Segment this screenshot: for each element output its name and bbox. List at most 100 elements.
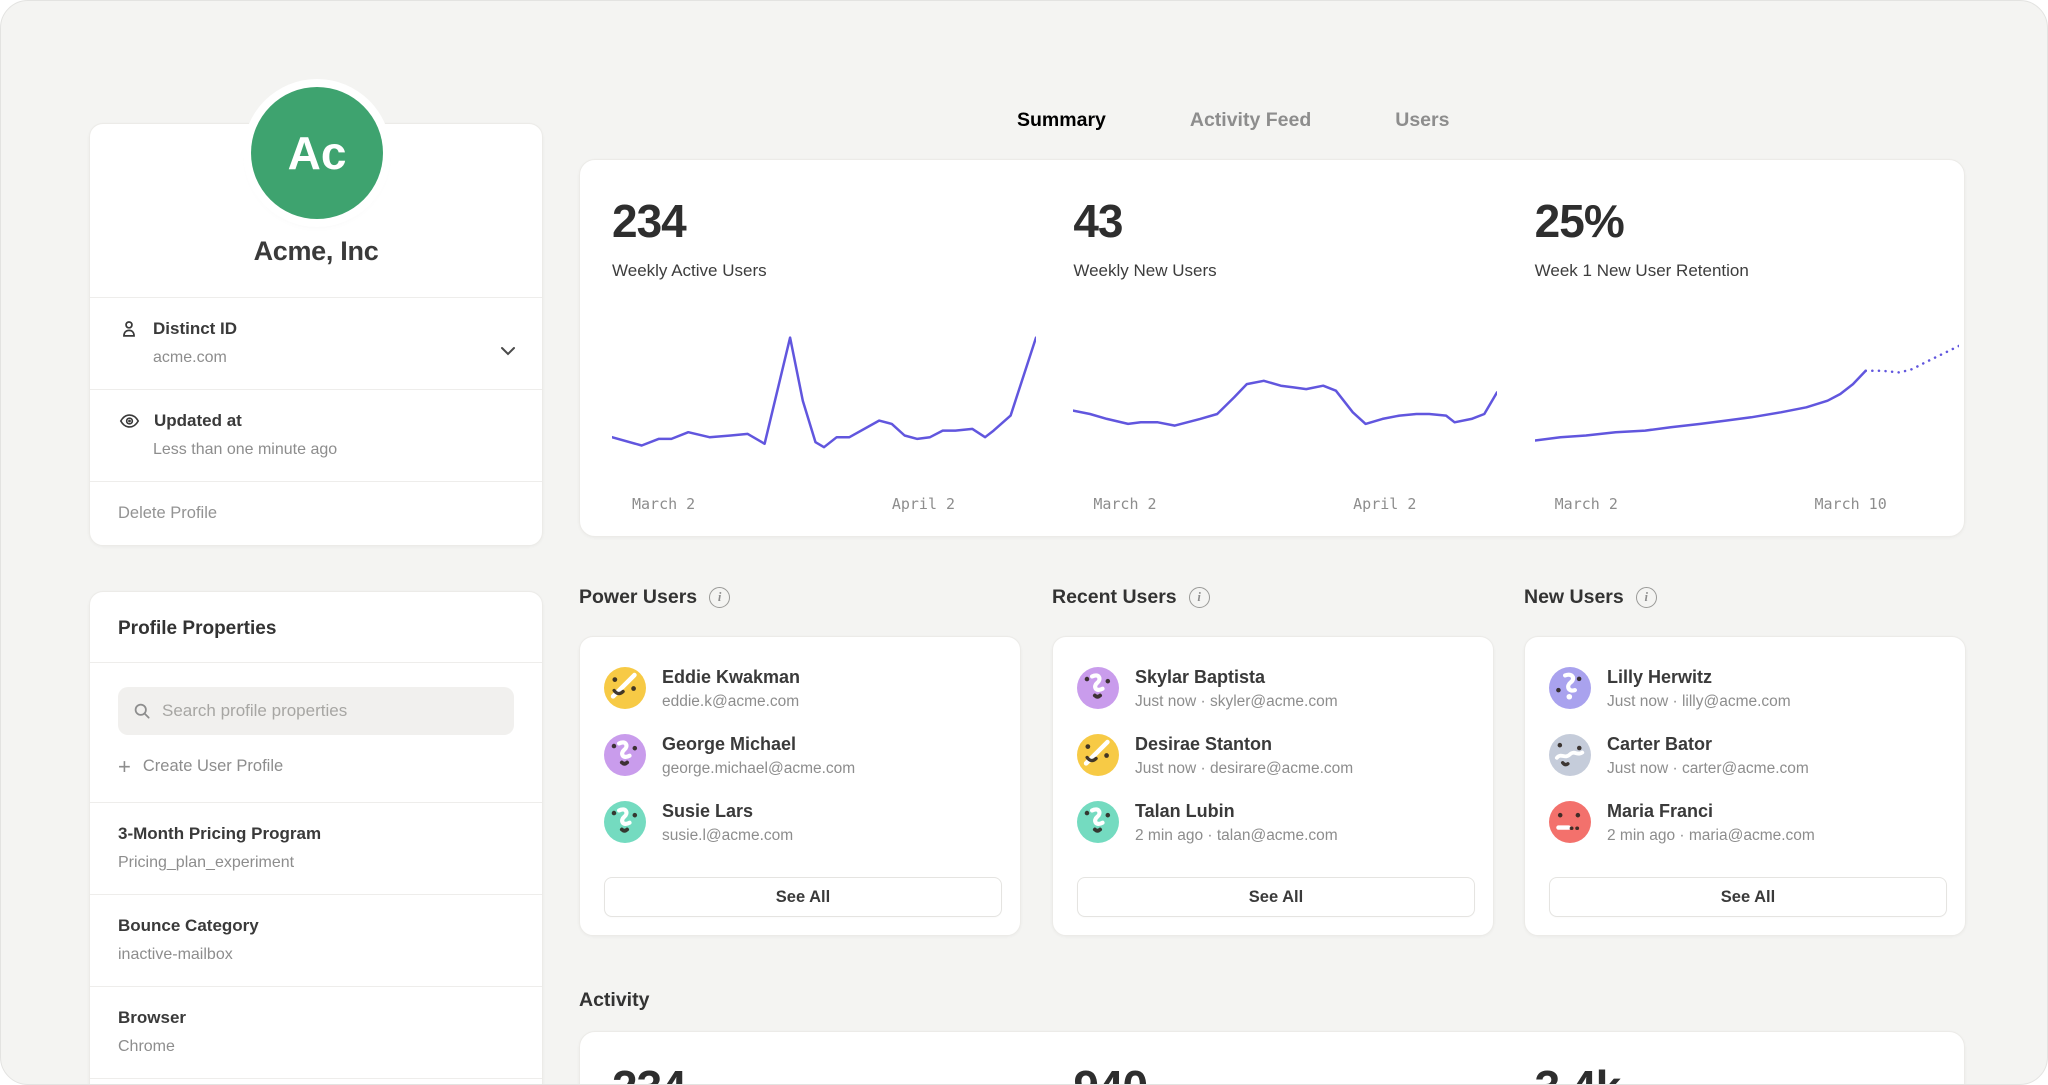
chart-x-axis: March 2 April 2 (612, 495, 1036, 515)
delete-profile-button[interactable]: Delete Profile (90, 482, 542, 545)
avatar (1549, 734, 1591, 776)
user-row[interactable]: Maria Franci 2 min ago · maria@acme.com (1549, 801, 1947, 845)
tab-activity-feed[interactable]: Activity Feed (1190, 109, 1311, 150)
avatar (604, 667, 646, 709)
user-row[interactable]: Desirae Stanton Just now · desirare@acme… (1077, 734, 1475, 778)
org-avatar: Ac (251, 87, 383, 219)
field-updated-at: Updated at Less than one minute ago (90, 390, 542, 481)
chevron-down-icon[interactable] (500, 346, 516, 356)
user-row[interactable]: Skylar Baptista Just now · skyler@acme.c… (1077, 667, 1475, 711)
user-subtext: eddie.k@acme.com (662, 693, 800, 711)
stat-weekly-new-users: 43 Weekly New Users March 2 April 2 (1041, 160, 1502, 536)
stat-label: Weekly Active Users (612, 261, 1041, 281)
tab-label: Users (1395, 109, 1449, 131)
new-users-card: Lilly Herwitz Just now · lilly@acme.com … (1524, 636, 1966, 936)
x-tick: April 2 (1353, 495, 1416, 513)
user-subtext: Just now · skyler@acme.com (1135, 693, 1338, 711)
user-name: Talan Lubin (1135, 801, 1338, 822)
tab-label: Summary (1017, 109, 1106, 131)
property-name: Bounce Category (118, 916, 514, 936)
user-subtext: susie.l@acme.com (662, 827, 793, 845)
activity-section-title: Activity (579, 989, 649, 1012)
stat-value: 234 (612, 194, 1041, 248)
create-user-profile-label: Create User Profile (143, 757, 283, 776)
section-title: Power Users (579, 586, 697, 609)
user-subtext: 2 min ago · maria@acme.com (1607, 827, 1815, 845)
plus-icon: + (118, 758, 131, 776)
recent-users-header: Recent Users i (1052, 586, 1210, 609)
see-all-button[interactable]: See All (1077, 877, 1475, 917)
profile-properties-search[interactable] (118, 687, 514, 735)
active-tab-underline (1033, 145, 1089, 150)
user-subtext: 2 min ago · talan@acme.com (1135, 827, 1338, 845)
x-tick: March 2 (1555, 495, 1618, 513)
property-value: Pricing_plan_experiment (118, 854, 514, 872)
info-icon[interactable]: i (1636, 587, 1657, 608)
chart-x-axis: March 2 March 10 (1535, 495, 1959, 515)
property-name: Browser (118, 1008, 514, 1028)
user-row[interactable]: Lilly Herwitz Just now · lilly@acme.com (1549, 667, 1947, 711)
field-distinct-id[interactable]: Distinct ID acme.com (90, 298, 542, 389)
stat-value: 43 (1073, 194, 1502, 248)
x-tick: March 2 (1093, 495, 1156, 513)
avatar (1077, 801, 1119, 843)
activity-card: 234 940 3.4k (579, 1031, 1965, 1085)
divider (90, 662, 542, 663)
org-avatar-initials: Ac (288, 126, 347, 180)
person-icon (118, 318, 140, 340)
tab-summary[interactable]: Summary (1017, 109, 1106, 150)
user-name: Desirae Stanton (1135, 734, 1353, 755)
search-icon (132, 701, 152, 721)
section-title: Recent Users (1052, 586, 1177, 609)
avatar (604, 801, 646, 843)
user-name: Skylar Baptista (1135, 667, 1338, 688)
info-icon[interactable]: i (1189, 587, 1210, 608)
user-subtext: Just now · desirare@acme.com (1135, 760, 1353, 778)
stat-value: 25% (1535, 194, 1964, 248)
activity-stat-value: 3.4k (1535, 1060, 1964, 1085)
activity-stat-value: 940 (1073, 1060, 1502, 1085)
stat-week1-retention: 25% Week 1 New User Retention March 2 Ma… (1503, 160, 1964, 536)
stat-weekly-active-users: 234 Weekly Active Users March 2 April 2 (580, 160, 1041, 536)
property-row: 3-Month Pricing Program Pricing_plan_exp… (90, 803, 542, 895)
stat-label: Weekly New Users (1073, 261, 1502, 281)
property-value: Chrome (118, 1038, 514, 1056)
field-label: Updated at (154, 411, 242, 431)
user-name: Lilly Herwitz (1607, 667, 1791, 688)
section-title: New Users (1524, 586, 1624, 609)
profile-properties-title: Profile Properties (90, 592, 542, 662)
profile-properties-card: Profile Properties + Create User Profile… (89, 591, 543, 1085)
property-row: Bounce Category inactive-mailbox (90, 895, 542, 987)
power-users-header: Power Users i (579, 586, 730, 609)
user-row[interactable]: Susie Lars susie.l@acme.com (604, 801, 1002, 845)
see-all-button[interactable]: See All (1549, 877, 1947, 917)
property-name: 3-Month Pricing Program (118, 824, 514, 844)
user-row[interactable]: Carter Bator Just now · carter@acme.com (1549, 734, 1947, 778)
user-name: Carter Bator (1607, 734, 1809, 755)
stat-label: Week 1 New User Retention (1535, 261, 1964, 281)
property-value: inactive-mailbox (118, 946, 514, 964)
user-subtext: Just now · lilly@acme.com (1607, 693, 1791, 711)
property-row: Browser Chrome (90, 987, 542, 1079)
tab-bar: Summary Activity Feed Users (1017, 109, 1449, 150)
avatar (604, 734, 646, 776)
avatar (1549, 667, 1591, 709)
user-row[interactable]: George Michael george.michael@acme.com (604, 734, 1002, 778)
field-value: acme.com (153, 349, 514, 367)
tab-label: Activity Feed (1190, 109, 1311, 131)
tab-users[interactable]: Users (1395, 109, 1449, 150)
see-all-button[interactable]: See All (604, 877, 1002, 917)
user-subtext: george.michael@acme.com (662, 760, 855, 778)
user-name: Eddie Kwakman (662, 667, 800, 688)
search-input[interactable] (162, 701, 500, 721)
user-row[interactable]: Eddie Kwakman eddie.k@acme.com (604, 667, 1002, 711)
user-name: George Michael (662, 734, 855, 755)
user-row[interactable]: Talan Lubin 2 min ago · talan@acme.com (1077, 801, 1475, 845)
avatar (1077, 734, 1119, 776)
create-user-profile-button[interactable]: + Create User Profile (118, 757, 514, 776)
new-users-header: New Users i (1524, 586, 1657, 609)
avatar (1549, 801, 1591, 843)
info-icon[interactable]: i (709, 587, 730, 608)
user-subtext: Just now · carter@acme.com (1607, 760, 1809, 778)
recent-users-card: Skylar Baptista Just now · skyler@acme.c… (1052, 636, 1494, 936)
